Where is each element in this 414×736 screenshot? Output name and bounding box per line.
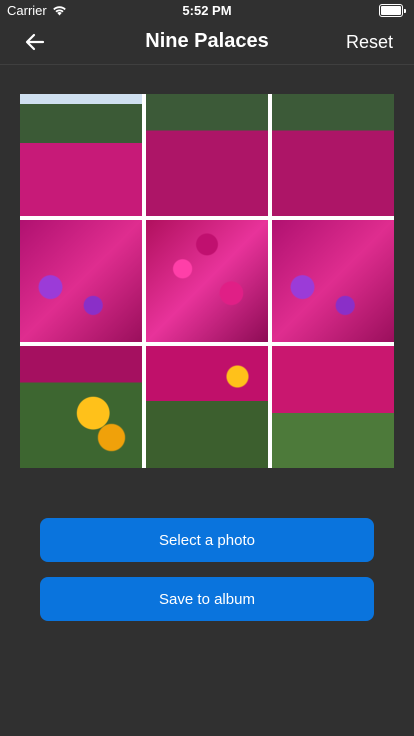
navigation-bar: Nine Palaces Reset	[0, 20, 414, 65]
grid-tile-2[interactable]	[146, 94, 268, 216]
status-bar: Carrier 5:52 PM	[0, 0, 414, 20]
grid-tile-5[interactable]	[146, 220, 268, 342]
grid-tile-4[interactable]	[20, 220, 142, 342]
grid-tile-9[interactable]	[272, 346, 394, 468]
status-time: 5:52 PM	[182, 3, 232, 18]
grid-tile-3[interactable]	[272, 94, 394, 216]
grid-tile-1[interactable]	[20, 94, 142, 216]
battery-icon	[379, 4, 406, 17]
reset-button[interactable]: Reset	[346, 32, 393, 53]
grid-tile-8[interactable]	[146, 346, 268, 468]
save-to-album-button[interactable]: Save to album	[40, 577, 374, 621]
grid-tile-7[interactable]	[20, 346, 142, 468]
select-photo-button[interactable]: Select a photo	[40, 518, 374, 562]
nine-palace-grid	[20, 94, 394, 468]
grid-tile-6[interactable]	[272, 220, 394, 342]
